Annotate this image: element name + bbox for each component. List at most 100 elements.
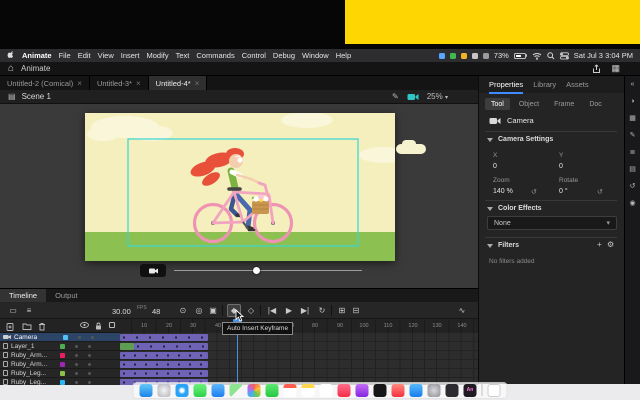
tab-untitled-2[interactable]: Untitled-2 (Comical) × xyxy=(0,76,90,90)
new-layer-button[interactable] xyxy=(6,322,15,331)
layer-frames[interactable] xyxy=(120,342,478,351)
menu-animate[interactable]: Animate xyxy=(22,51,52,60)
layer-color-swatch[interactable] xyxy=(60,344,65,349)
menubar-clock[interactable]: Sat Jul 3 3:04 PM xyxy=(574,51,633,60)
close-tab-icon[interactable]: × xyxy=(136,79,141,88)
motion-editor-curve-icon[interactable]: ∿ xyxy=(455,304,469,317)
layer-color-swatch[interactable] xyxy=(60,353,65,358)
motion-tween-span[interactable] xyxy=(120,361,208,368)
menu-commands[interactable]: Commands xyxy=(196,51,234,60)
subtab-doc[interactable]: Doc xyxy=(583,98,607,110)
menu-modify[interactable]: Modify xyxy=(147,51,169,60)
breadcrumb-scene[interactable]: Scene 1 xyxy=(22,92,51,101)
layer-row-ruby-arm-2[interactable]: Ruby_Arm... xyxy=(0,360,478,369)
zoom-value[interactable]: 140 % xyxy=(493,188,513,195)
menu-text[interactable]: Text xyxy=(176,51,190,60)
layer-lock-dot[interactable] xyxy=(91,336,94,339)
dock-appstore-icon[interactable] xyxy=(410,384,423,397)
layer-frames[interactable] xyxy=(120,360,478,369)
layer-color-swatch[interactable] xyxy=(60,362,65,367)
subtab-object[interactable]: Object xyxy=(513,98,545,110)
y-value[interactable]: 0 xyxy=(559,163,563,170)
filter-options-gear-icon[interactable]: ⚙ xyxy=(607,240,614,249)
layer-lock-dot[interactable] xyxy=(88,363,91,366)
menu-edit[interactable]: Edit xyxy=(78,51,91,60)
control-center-icon[interactable] xyxy=(560,52,569,60)
libraries-panel-icon[interactable]: ▤ xyxy=(629,166,636,174)
layer-color-swatch[interactable] xyxy=(60,371,65,376)
canvas-pasteboard[interactable] xyxy=(0,104,478,288)
motion-tween-span[interactable] xyxy=(120,334,208,341)
layer-color-swatch[interactable] xyxy=(63,335,68,340)
dock-tv-icon[interactable] xyxy=(374,384,387,397)
dock-animate-icon[interactable]: An xyxy=(464,384,477,397)
layer-lock-dot[interactable] xyxy=(88,372,91,375)
layer-lock-dot[interactable] xyxy=(88,381,91,384)
menubar-app-icon[interactable] xyxy=(483,53,489,59)
filters-header[interactable]: Filters xyxy=(487,242,519,249)
layer-visibility-dot[interactable] xyxy=(75,345,78,348)
info-panel-icon[interactable]: ◉ xyxy=(629,200,635,208)
dock-maps-icon[interactable] xyxy=(230,384,243,397)
history-panel-icon[interactable]: ↺ xyxy=(630,183,636,191)
play-button[interactable]: ▶ xyxy=(282,304,296,317)
home-icon[interactable]: ⌂ xyxy=(8,64,14,74)
motion-tween-span[interactable] xyxy=(134,343,208,350)
tab-assets[interactable]: Assets xyxy=(566,80,589,89)
layer-row-ruby-leg-1[interactable]: Ruby_Leg... xyxy=(0,369,478,378)
battery-icon[interactable] xyxy=(514,53,527,59)
edit-multiple-frames-button[interactable]: ▣ xyxy=(206,304,220,317)
dock-trash-icon[interactable] xyxy=(488,384,501,397)
step-back-button[interactable]: |◀ xyxy=(263,304,281,317)
dock-news-icon[interactable] xyxy=(392,384,405,397)
align-panel-icon[interactable]: ≣ xyxy=(630,149,636,157)
dock-facetime-icon[interactable] xyxy=(266,384,279,397)
tab-output[interactable]: Output xyxy=(46,289,87,302)
tab-library[interactable]: Library xyxy=(533,80,556,89)
dock-terminal-icon[interactable] xyxy=(446,384,459,397)
menu-view[interactable]: View xyxy=(98,51,114,60)
rotate-value[interactable]: 0 ° xyxy=(559,188,568,195)
swatches-panel-icon[interactable]: ▦ xyxy=(629,115,636,123)
color-effect-select[interactable]: None ▾ xyxy=(487,216,617,230)
motion-tween-span[interactable] xyxy=(120,370,208,377)
center-frame-button[interactable]: ⊙ xyxy=(176,304,190,317)
remove-frame-button[interactable]: ⊟ xyxy=(349,304,363,317)
tab-untitled-4[interactable]: Untitled-4* × xyxy=(149,76,208,90)
layer-frames[interactable] xyxy=(120,369,478,378)
outline-view-icon[interactable] xyxy=(109,322,115,328)
spotlight-search-icon[interactable] xyxy=(547,52,555,60)
dock-launchpad-icon[interactable] xyxy=(158,384,171,397)
keyframe-span[interactable] xyxy=(120,343,134,350)
x-value[interactable]: 0 xyxy=(493,163,497,170)
motion-tween-span[interactable] xyxy=(120,352,208,359)
menu-debug[interactable]: Debug xyxy=(273,51,295,60)
layer-frames[interactable] xyxy=(120,333,478,342)
collapse-panels-icon[interactable]: « xyxy=(631,81,635,89)
menu-control[interactable]: Control xyxy=(242,51,266,60)
loop-button[interactable]: ↻ xyxy=(315,304,329,317)
onion-skin-button[interactable]: ◎ xyxy=(192,304,206,317)
zoom-level[interactable]: 25% ▾ xyxy=(427,92,448,101)
dock-mail-icon[interactable] xyxy=(212,384,225,397)
dock-safari-icon[interactable] xyxy=(176,384,189,397)
current-frame-value[interactable]: 48 xyxy=(152,307,160,316)
dock-notes-icon[interactable] xyxy=(302,384,315,397)
layer-visibility-dot[interactable] xyxy=(75,372,78,375)
frame-graph-icon[interactable]: ≡ xyxy=(22,304,36,317)
color-panel-icon[interactable]: ◑ xyxy=(630,98,634,106)
layer-lock-dot[interactable] xyxy=(88,345,91,348)
new-folder-button[interactable] xyxy=(22,322,32,330)
reset-rotate-icon[interactable]: ↺ xyxy=(597,188,603,196)
brushes-panel-icon[interactable]: ✎ xyxy=(630,132,636,140)
color-effects-header[interactable]: Color Effects xyxy=(487,205,542,212)
dock-finder-icon[interactable] xyxy=(140,384,153,397)
layer-frames[interactable] xyxy=(120,351,478,360)
dock-music-icon[interactable] xyxy=(338,384,351,397)
step-forward-button[interactable]: ▶| xyxy=(296,304,314,317)
camera-settings-header[interactable]: Camera Settings xyxy=(487,136,553,143)
frame-rate-value[interactable]: 30.00 xyxy=(112,307,131,316)
add-filter-icon[interactable]: + xyxy=(597,240,602,249)
dock-calendar-icon[interactable] xyxy=(284,384,297,397)
close-tab-icon[interactable]: × xyxy=(77,79,82,88)
